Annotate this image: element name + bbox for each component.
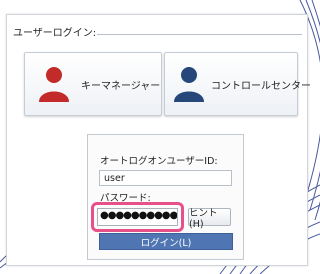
user-blue-icon	[169, 59, 209, 109]
control-center-button[interactable]: コントロールセンター	[164, 52, 311, 116]
login-window: ユーザーログイン: キーマネージャー コントロールセンター オートログオンユーザ…	[6, 14, 311, 266]
group-divider	[79, 34, 302, 35]
control-center-label: コントロールセンター	[211, 80, 311, 92]
login-button[interactable]: ログイン(L)	[99, 233, 233, 250]
user-red-icon	[29, 59, 79, 109]
hint-button[interactable]: ヒント(H)	[188, 208, 231, 230]
login-panel: オートログオンユーザーID: パスワード: ●●●●●●●●●● ヒント(H) …	[87, 134, 244, 260]
key-manager-label: キーマネージャー	[81, 80, 161, 92]
key-manager-button[interactable]: キーマネージャー	[24, 52, 162, 116]
group-title: ユーザーログイン:	[12, 28, 98, 40]
auto-login-label: オートログオンユーザーID:	[100, 156, 218, 167]
password-field[interactable]: ●●●●●●●●●●	[97, 208, 178, 226]
user-id-field[interactable]	[99, 170, 232, 186]
